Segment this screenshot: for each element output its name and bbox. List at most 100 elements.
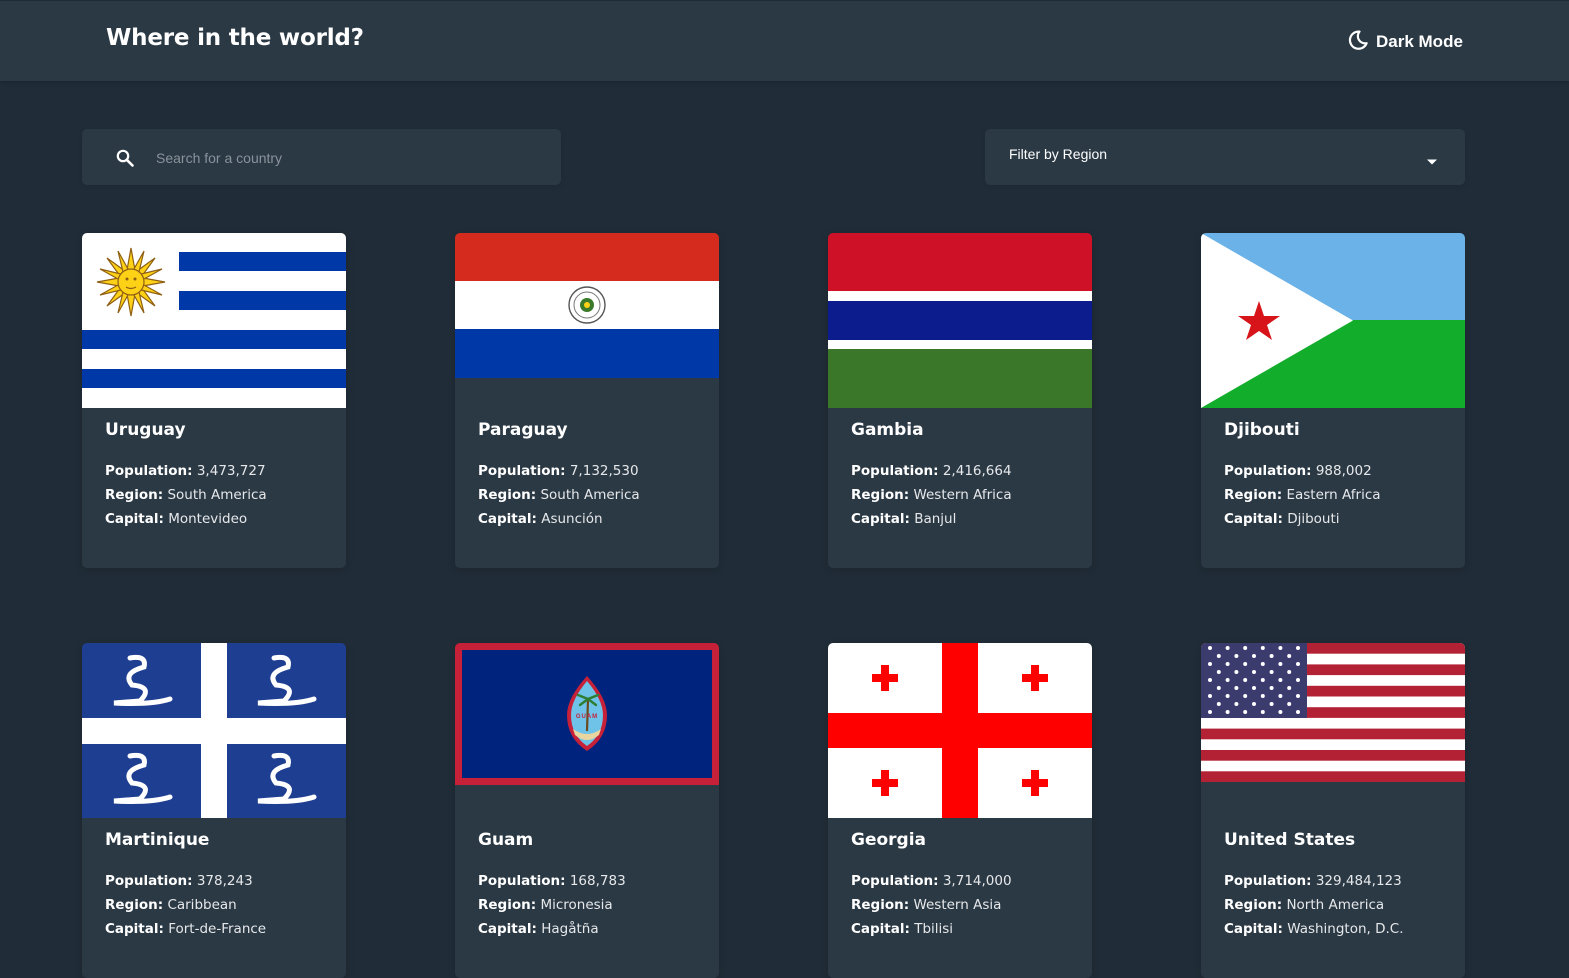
region-label: Region: (851, 487, 910, 503)
region-label: Region: (478, 897, 537, 913)
capital-value: Fort-de-France (168, 921, 267, 937)
population-line: Population: 3,473,727 (105, 459, 267, 483)
capital-label: Capital: (1224, 921, 1283, 937)
region-line: Region: Micronesia (478, 893, 626, 917)
capital-label: Capital: (1224, 511, 1283, 527)
capital-line: Capital: Washington, D.C. (1224, 917, 1404, 941)
gambia-flag (828, 233, 1092, 408)
capital-line: Capital: Hagåtña (478, 917, 626, 941)
chevron-down-icon (1426, 151, 1438, 170)
djibouti-flag (1201, 233, 1465, 408)
country-info: Population: 329,484,123 Region: North Am… (1224, 869, 1404, 941)
capital-value: Djibouti (1287, 511, 1340, 527)
region-value: Western Africa (913, 487, 1012, 503)
capital-label: Capital: (851, 921, 910, 937)
moon-icon (1348, 29, 1368, 55)
page-title: Where in the world? (106, 25, 364, 51)
region-value: South America (540, 487, 640, 503)
country-card[interactable]: United States Population: 329,484,123 Re… (1201, 643, 1465, 978)
population-value: 7,132,530 (569, 463, 639, 479)
population-value: 3,473,727 (196, 463, 266, 479)
country-name: United States (1224, 830, 1356, 850)
united-states-flag (1201, 643, 1465, 782)
region-value: South America (167, 487, 267, 503)
country-card[interactable]: GUAM Guam Population: 168,783 Region: Mi… (455, 643, 719, 978)
country-card[interactable]: Paraguay Population: 7,132,530 Region: S… (455, 233, 719, 568)
guam-flag: GUAM (455, 643, 719, 785)
filter-label: Filter by Region (1009, 146, 1108, 162)
svg-text:GUAM: GUAM (576, 714, 598, 720)
country-card[interactable]: Georgia Population: 3,714,000 Region: We… (828, 643, 1092, 978)
region-value: Caribbean (167, 897, 237, 913)
capital-value: Asunción (541, 511, 603, 527)
region-value: Western Asia (913, 897, 1002, 913)
capital-label: Capital: (851, 511, 910, 527)
population-line: Population: 168,783 (478, 869, 626, 893)
capital-value: Tbilisi (914, 921, 954, 937)
population-label: Population: (478, 463, 566, 479)
population-line: Population: 2,416,664 (851, 459, 1012, 483)
capital-line: Capital: Montevideo (105, 507, 267, 531)
country-name: Georgia (851, 830, 927, 850)
population-value: 329,484,123 (1315, 873, 1402, 889)
country-name: Gambia (851, 420, 924, 440)
capital-value: Montevideo (168, 511, 248, 527)
population-line: Population: 378,243 (105, 869, 266, 893)
capital-label: Capital: (105, 921, 164, 937)
region-label: Region: (851, 897, 910, 913)
country-name: Djibouti (1224, 420, 1300, 440)
country-card[interactable]: Gambia Population: 2,416,664 Region: Wes… (828, 233, 1092, 568)
region-line: Region: Western Asia (851, 893, 1012, 917)
country-info: Population: 3,473,727 Region: South Amer… (105, 459, 267, 531)
region-filter-dropdown[interactable]: Filter by Region (985, 129, 1465, 185)
region-label: Region: (478, 487, 537, 503)
population-value: 2,416,664 (942, 463, 1012, 479)
country-card[interactable]: Djibouti Population: 988,002 Region: Eas… (1201, 233, 1465, 568)
georgia-flag (828, 643, 1092, 818)
population-label: Population: (1224, 463, 1312, 479)
paraguay-flag (455, 233, 719, 378)
population-value: 3,714,000 (942, 873, 1012, 889)
search-box (82, 129, 561, 187)
country-info: Population: 988,002 Region: Eastern Afri… (1224, 459, 1381, 531)
population-label: Population: (105, 873, 193, 889)
country-card[interactable]: Uruguay Population: 3,473,727 Region: So… (82, 233, 346, 568)
capital-line: Capital: Asunción (478, 507, 640, 531)
region-label: Region: (1224, 487, 1283, 503)
population-line: Population: 3,714,000 (851, 869, 1012, 893)
capital-line: Capital: Fort-de-France (105, 917, 266, 941)
region-value: Micronesia (540, 897, 613, 913)
search-input[interactable] (154, 129, 548, 187)
country-info: Population: 378,243 Region: Caribbean Ca… (105, 869, 266, 941)
region-label: Region: (1224, 897, 1283, 913)
capital-label: Capital: (105, 511, 164, 527)
country-name: Guam (478, 830, 534, 850)
region-line: Region: Western Africa (851, 483, 1012, 507)
population-line: Population: 988,002 (1224, 459, 1381, 483)
capital-value: Hagåtña (541, 921, 599, 937)
search-icon (116, 149, 134, 171)
region-line: Region: North America (1224, 893, 1404, 917)
population-label: Population: (851, 463, 939, 479)
top-bar: Where in the world? Dark Mode (0, 1, 1569, 81)
population-label: Population: (105, 463, 193, 479)
country-info: Population: 7,132,530 Region: South Amer… (478, 459, 640, 531)
population-line: Population: 329,484,123 (1224, 869, 1404, 893)
population-label: Population: (851, 873, 939, 889)
country-card[interactable]: Martinique Population: 378,243 Region: C… (82, 643, 346, 978)
capital-line: Capital: Banjul (851, 507, 1012, 531)
region-value: North America (1286, 897, 1385, 913)
region-label: Region: (105, 487, 164, 503)
population-value: 168,783 (569, 873, 626, 889)
martinique-flag (82, 643, 346, 818)
region-line: Region: Caribbean (105, 893, 266, 917)
population-label: Population: (478, 873, 566, 889)
country-info: Population: 3,714,000 Region: Western As… (851, 869, 1012, 941)
country-name: Martinique (105, 830, 210, 850)
population-line: Population: 7,132,530 (478, 459, 640, 483)
dark-mode-label: Dark Mode (1376, 32, 1463, 51)
capital-line: Capital: Djibouti (1224, 507, 1381, 531)
dark-mode-toggle[interactable]: Dark Mode (1348, 29, 1463, 55)
region-label: Region: (105, 897, 164, 913)
capital-label: Capital: (478, 921, 537, 937)
